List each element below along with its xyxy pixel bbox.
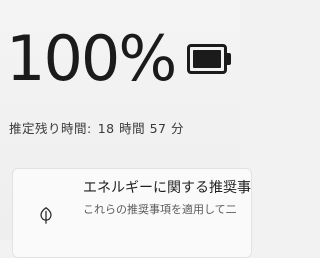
battery-charge-fill	[193, 50, 221, 68]
leaf-icon	[40, 207, 52, 224]
recommendations-title: エネルギーに関する推奨事	[83, 180, 251, 196]
battery-panel: 100% 推定残り時間: 18 時間 57 分 エネルギーに関する推奨事 これらの…	[0, 0, 252, 258]
energy-recommendations-card[interactable]: エネルギーに関する推奨事 これらの推奨事項を適用して二	[12, 168, 252, 258]
estimated-time-remaining: 推定残り時間: 18 時間 57 分	[9, 118, 184, 137]
remaining-time-label: 推定残り時間:	[9, 121, 92, 136]
battery-terminal	[227, 53, 231, 65]
recommendations-description: これらの推奨事項を適用して二	[83, 203, 237, 216]
battery-percentage: 100%	[6, 22, 177, 95]
remaining-time-value: 18 時間 57 分	[97, 121, 184, 136]
battery-body	[187, 44, 227, 74]
battery-full-icon	[187, 44, 233, 74]
